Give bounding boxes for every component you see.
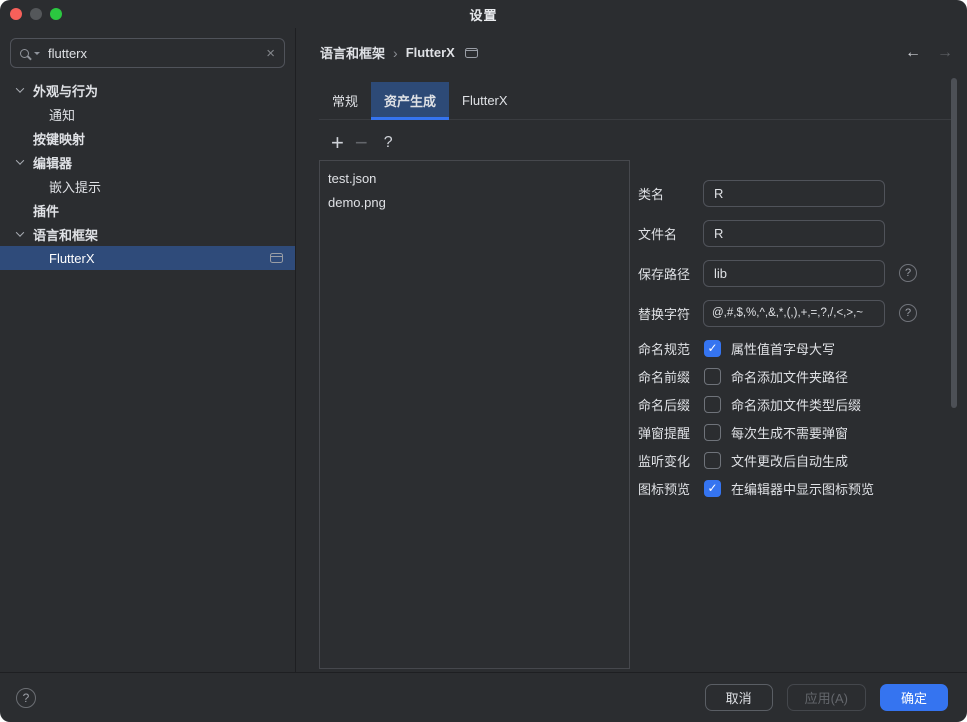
history-navigation: ← →: [905, 44, 953, 62]
tab-flutterx[interactable]: FlutterX: [449, 82, 521, 119]
checkbox-unchecked[interactable]: [704, 368, 721, 385]
help-icon[interactable]: ?: [899, 264, 917, 282]
sidebar-item-editor[interactable]: 编辑器: [0, 150, 295, 174]
checkbox-unchecked[interactable]: [704, 396, 721, 413]
sidebar-item-keymap[interactable]: 按键映射: [0, 126, 295, 150]
chevron-down-icon[interactable]: [17, 231, 33, 237]
traffic-lights: [10, 8, 62, 20]
sidebar-item-plugins[interactable]: 插件: [0, 198, 295, 222]
close-window-button[interactable]: [10, 8, 22, 20]
checkbox-checked[interactable]: ✓: [704, 340, 721, 357]
list-item[interactable]: test.json: [320, 166, 629, 190]
clear-search-icon[interactable]: ×: [266, 46, 275, 61]
add-icon[interactable]: +: [331, 132, 344, 154]
search-input[interactable]: [48, 46, 261, 61]
save-path-row: 保存路径 ?: [638, 253, 917, 293]
minimize-window-button: [30, 8, 42, 20]
naming-prefix-row: 命名前缀 命名添加文件夹路径: [638, 362, 874, 390]
sidebar-item-notifications[interactable]: 通知: [0, 102, 295, 126]
forward-arrow-icon: →: [937, 44, 953, 62]
list-item[interactable]: demo.png: [320, 190, 629, 214]
tab-asset-generation[interactable]: 资产生成: [371, 82, 449, 119]
tab-bar: 常规 资产生成 FlutterX: [319, 82, 952, 120]
class-name-field[interactable]: [703, 180, 885, 207]
save-path-field[interactable]: [703, 260, 885, 287]
file-list-toolbar: + − ?: [331, 132, 393, 154]
replace-chars-label: 替换字符: [638, 304, 703, 323]
checkbox-unchecked[interactable]: [704, 424, 721, 441]
cancel-button[interactable]: 取消: [705, 684, 773, 711]
class-name-row: 类名: [638, 173, 917, 213]
breadcrumb: 语言和框架 › FlutterX: [320, 43, 478, 62]
breadcrumb-parent[interactable]: 语言和框架: [320, 43, 385, 62]
class-name-label: 类名: [638, 184, 703, 203]
replace-chars-row: 替换字符 ?: [638, 293, 917, 333]
titlebar: 设置: [0, 0, 967, 28]
settings-sidebar: × 外观与行为 通知 按键映射 编辑器 嵌入提示 插件: [0, 28, 296, 672]
help-icon[interactable]: ?: [899, 304, 917, 322]
sidebar-item-inlay-hints[interactable]: 嵌入提示: [0, 174, 295, 198]
save-path-label: 保存路径: [638, 264, 703, 283]
remove-icon: −: [355, 132, 368, 154]
settings-search-box[interactable]: ×: [10, 38, 285, 68]
footer-buttons: 取消 应用(A) 确定: [705, 684, 948, 711]
naming-suffix-row: 命名后缀 命名添加文件类型后缀: [638, 390, 874, 418]
asset-file-list[interactable]: test.json demo.png: [319, 160, 630, 669]
plugin-window-icon: [465, 48, 478, 58]
apply-button: 应用(A): [787, 684, 866, 711]
sidebar-item-flutterx[interactable]: FlutterX: [0, 246, 295, 270]
back-arrow-icon[interactable]: ←: [905, 44, 921, 62]
generation-settings-fields: 类名 文件名 保存路径 ? 替换字符 ?: [638, 173, 917, 333]
search-options-caret-icon[interactable]: [34, 52, 40, 55]
popup-reminder-row: 弹窗提醒 每次生成不需要弹窗: [638, 418, 874, 446]
dialog-footer: ? 取消 应用(A) 确定: [0, 672, 967, 722]
breadcrumb-current: FlutterX: [406, 45, 455, 60]
chevron-down-icon[interactable]: [17, 159, 33, 165]
settings-content: 语言和框架 › FlutterX ← → 常规 资产生成 FlutterX + …: [297, 28, 967, 672]
help-icon[interactable]: ?: [16, 688, 36, 708]
generation-settings-checkboxes: 命名规范 ✓ 属性值首字母大写 命名前缀 命名添加文件夹路径 命名后缀 命名添加…: [638, 334, 874, 502]
file-name-label: 文件名: [638, 224, 703, 243]
plugin-window-icon: [270, 253, 283, 263]
help-icon[interactable]: ?: [384, 134, 393, 152]
settings-tree: 外观与行为 通知 按键映射 编辑器 嵌入提示 插件 语言和框架: [0, 78, 295, 270]
breadcrumb-separator: ›: [393, 45, 398, 61]
zoom-window-button[interactable]: [50, 8, 62, 20]
file-name-field[interactable]: [703, 220, 885, 247]
window-title: 设置: [469, 5, 497, 24]
vertical-scrollbar[interactable]: [951, 78, 957, 408]
tab-general[interactable]: 常规: [319, 82, 371, 119]
checkbox-unchecked[interactable]: [704, 452, 721, 469]
checkbox-checked[interactable]: ✓: [704, 480, 721, 497]
file-name-row: 文件名: [638, 213, 917, 253]
sidebar-item-languages-frameworks[interactable]: 语言和框架: [0, 222, 295, 246]
naming-convention-row: 命名规范 ✓ 属性值首字母大写: [638, 334, 874, 362]
search-icon: [20, 49, 29, 58]
icon-preview-row: 图标预览 ✓ 在编辑器中显示图标预览: [638, 474, 874, 502]
settings-dialog: 设置 × 外观与行为 通知 按键映射 编辑器 嵌入提: [0, 0, 967, 722]
watch-changes-row: 监听变化 文件更改后自动生成: [638, 446, 874, 474]
ok-button[interactable]: 确定: [880, 684, 948, 711]
replace-chars-field[interactable]: [703, 300, 885, 327]
chevron-down-icon[interactable]: [17, 87, 33, 93]
sidebar-item-appearance-behavior[interactable]: 外观与行为: [0, 78, 295, 102]
